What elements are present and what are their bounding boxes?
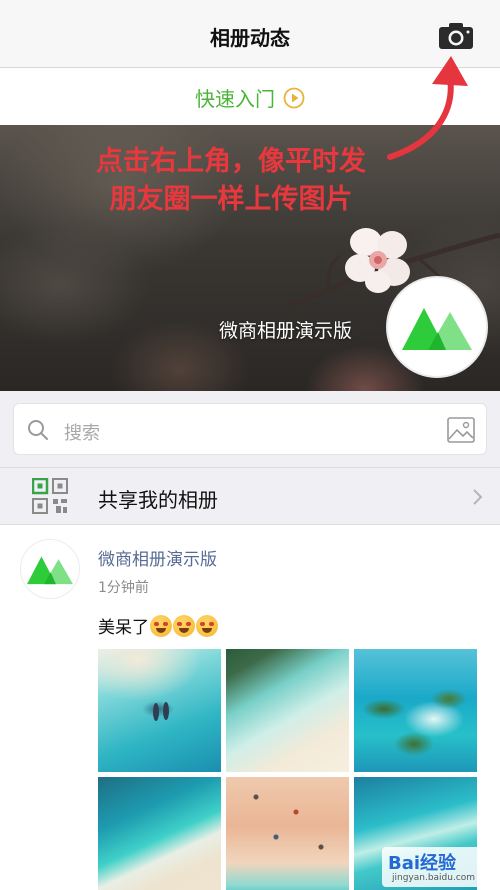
star-struck-emoji-icon bbox=[173, 615, 195, 637]
upload-hint-line-1: 点击右上角，像平时发 bbox=[96, 146, 366, 177]
chevron-right-icon bbox=[473, 489, 483, 505]
feed: 微商相册演示版 1分钟前 美呆了 Bai经验 jingyan.baidu.com bbox=[0, 525, 500, 890]
watermark: Bai经验 jingyan.baidu.com bbox=[382, 847, 497, 887]
quick-entry-label: 快速入门 bbox=[195, 87, 275, 111]
watermark-sub: jingyan.baidu.com bbox=[392, 873, 476, 883]
play-circle-icon bbox=[283, 87, 305, 108]
upload-hint-line-2: 朋友圈一样上传图片 bbox=[109, 184, 353, 215]
star-struck-emoji-icon bbox=[150, 615, 172, 637]
green-mountain-logo bbox=[27, 556, 73, 585]
album-banner[interactable]: 点击右上角，像平时发 朋友圈一样上传图片 微商相册演示版 bbox=[0, 125, 500, 391]
post-time: 1分钟前 bbox=[98, 580, 149, 596]
post-text: 美呆了 bbox=[98, 613, 218, 638]
post-avatar[interactable] bbox=[20, 539, 80, 599]
share-album-label: 共享我的相册 bbox=[98, 488, 218, 512]
quick-entry-bar: 快速入门 bbox=[0, 68, 500, 125]
post-photo-5[interactable] bbox=[226, 777, 349, 890]
watermark-text: Bai经验 bbox=[388, 853, 457, 874]
page-title: 相册动态 bbox=[210, 26, 290, 50]
album-name: 微商相册演示版 bbox=[219, 320, 353, 342]
search-input[interactable]: 搜索 bbox=[13, 403, 487, 455]
upload-hint-text: 点击右上角，像平时发 朋友圈一样上传图片 bbox=[66, 143, 396, 219]
qr-code-icon bbox=[32, 478, 68, 514]
album-avatar[interactable] bbox=[386, 276, 488, 378]
post-author[interactable]: 微商相册演示版 bbox=[98, 545, 217, 570]
search-placeholder: 搜索 bbox=[64, 423, 100, 444]
share-album-row[interactable]: 共享我的相册 bbox=[0, 467, 500, 525]
green-mountain-logo bbox=[402, 308, 472, 350]
post-photo-4[interactable] bbox=[98, 777, 221, 890]
post-photo-3[interactable] bbox=[354, 649, 477, 772]
star-struck-emoji-icon bbox=[196, 615, 218, 637]
camera-icon[interactable] bbox=[438, 22, 474, 50]
quick-entry-link[interactable]: 快速入门 bbox=[0, 83, 500, 112]
kayak-image bbox=[153, 702, 169, 721]
post-photo-1[interactable] bbox=[98, 649, 221, 772]
post-photo-2[interactable] bbox=[226, 649, 349, 772]
search-icon bbox=[28, 420, 48, 440]
top-bar: 相册动态 bbox=[0, 0, 500, 68]
post-caption: 美呆了 bbox=[98, 618, 149, 638]
image-icon[interactable] bbox=[446, 415, 476, 445]
